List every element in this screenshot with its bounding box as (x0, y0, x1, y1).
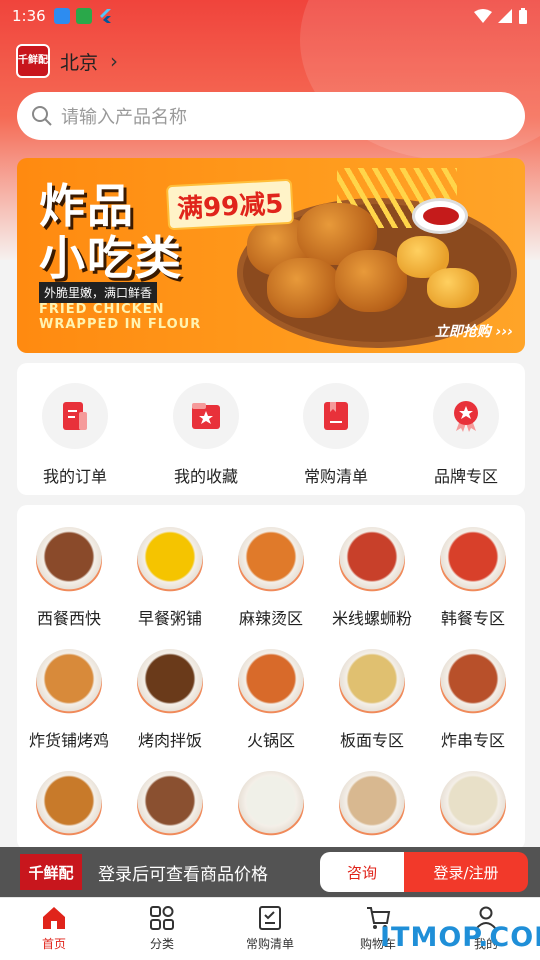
signal-icon (498, 9, 512, 23)
category-food-image (36, 771, 102, 837)
category-food-image (36, 527, 102, 593)
category-item[interactable]: 西餐西快 (19, 527, 119, 629)
tab-label: 常购清单 (245, 937, 294, 951)
banner-title-line2: 小吃类 (39, 231, 183, 285)
banner-title-line1: 炸品 (39, 179, 135, 233)
category-item[interactable]: 韩餐专区 (423, 527, 523, 629)
category-item[interactable]: 板面专区 (322, 649, 422, 751)
category-label: 米线螺蛳粉 (331, 609, 412, 628)
wifi-icon (474, 9, 492, 23)
category-food-image (339, 771, 405, 837)
quick-link-orders[interactable]: 我的订单 (25, 383, 125, 487)
quick-link-label: 品牌专区 (433, 467, 498, 486)
category-label: 炸串专区 (440, 731, 505, 750)
category-food-image (440, 649, 506, 715)
bookmark-icon (303, 383, 369, 449)
category-item[interactable]: 炸货铺烤鸡 (19, 649, 119, 751)
category-item[interactable]: 米线螺蛳粉 (322, 527, 422, 629)
consult-button[interactable]: 咨询 (320, 852, 404, 892)
category-food-image (339, 527, 405, 593)
category-grid: 西餐西快 早餐粥铺 麻辣烫区 米线螺蛳粉 韩餐专区炸货铺烤鸡 烤肉拌饭 火锅区 板面专区 炸串专… (17, 505, 525, 850)
category-food-image (238, 771, 304, 837)
category-food-image (440, 527, 506, 593)
category-label: 炸货铺烤鸡 (28, 731, 109, 750)
category-food-image (339, 649, 405, 715)
brand-logo: 千鲜配 (16, 44, 50, 78)
tab-label: 首页 (41, 937, 66, 951)
category-item[interactable]: 麻辣烫区 (221, 527, 321, 629)
category-item[interactable] (322, 771, 422, 849)
flutter-icon (98, 8, 114, 24)
favorites-icon (173, 383, 239, 449)
fried-chicken-image (267, 258, 341, 318)
tab-home[interactable]: 首页 (14, 904, 94, 952)
search-placeholder: 请输入产品名称 (61, 107, 187, 128)
buy-now-label: 立即抢购 (434, 324, 491, 340)
banner-english-line1: FRIED CHICKEN (39, 302, 165, 317)
home-icon (43, 907, 65, 929)
nugget-image (427, 268, 479, 308)
login-prompt-bar: 千鲜配 登录后可查看商品价格 咨询 登录/注册 (0, 847, 540, 897)
login-register-button[interactable]: 登录/注册 (404, 852, 528, 892)
category-label: 火锅区 (246, 731, 295, 750)
location-selector[interactable]: 千鲜配 北京 › (16, 44, 118, 78)
category-label: 早餐粥铺 (137, 609, 202, 628)
app-notification-icon (75, 8, 92, 24)
category-label: 麻辣烫区 (238, 609, 303, 628)
order-icon (42, 383, 108, 449)
promo-banner[interactable]: 炸品 小吃类 满99减5 外脆里嫩，满口鲜香 FRIED CHICKEN WRA… (17, 158, 525, 353)
quick-link-label: 常购清单 (303, 467, 368, 486)
status-time: 1:36 (12, 7, 46, 25)
category-label: 烤肉拌饭 (137, 731, 202, 750)
category-item[interactable] (120, 771, 220, 849)
banner-title: 炸品 小吃类 (39, 180, 183, 284)
city-name: 北京 (60, 51, 99, 74)
banner-english-line2: WRAPPED IN FLOUR (39, 317, 202, 332)
watermark: ITMOP.COM (380, 922, 540, 953)
coupon-badge: 满99减5 (165, 178, 295, 231)
brand-logo: 千鲜配 (20, 854, 82, 890)
tab-label: 分类 (149, 937, 174, 951)
quick-link-favorites[interactable]: 我的收藏 (156, 383, 256, 487)
category-item[interactable]: 早餐粥铺 (120, 527, 220, 629)
tab-categories[interactable]: 分类 (122, 904, 202, 952)
ketchup-image (412, 198, 468, 234)
category-label: 韩餐专区 (440, 609, 505, 628)
category-food-image (36, 649, 102, 715)
list-icon (259, 906, 281, 930)
category-label: 西餐西快 (36, 609, 101, 628)
tab-frequent-list[interactable]: 常购清单 (230, 904, 310, 952)
category-item[interactable]: 炸串专区 (423, 649, 523, 751)
category-food-image (137, 527, 203, 593)
category-food-image (238, 527, 304, 593)
category-food-image (440, 771, 506, 837)
banner-subtitle: 外脆里嫩，满口鲜香 (39, 282, 158, 303)
category-food-image (238, 649, 304, 715)
brand-badge-icon (433, 383, 499, 449)
status-bar: 1:36 (0, 0, 540, 32)
search-icon (32, 106, 52, 126)
quick-link-frequent-list[interactable]: 常购清单 (286, 383, 386, 487)
download-icon (53, 8, 70, 24)
category-label: 板面专区 (339, 731, 404, 750)
category-item[interactable] (19, 771, 119, 849)
grid-icon (150, 906, 174, 930)
battery-icon (519, 8, 527, 24)
category-item[interactable] (221, 771, 321, 849)
category-item[interactable]: 烤肉拌饭 (120, 649, 220, 751)
quick-link-label: 我的订单 (42, 467, 107, 486)
category-item[interactable]: 火锅区 (221, 649, 321, 751)
chevron-right-icon: › (110, 49, 119, 73)
category-item[interactable] (423, 771, 523, 849)
banner-english: FRIED CHICKEN WRAPPED IN FLOUR (39, 302, 201, 332)
quick-links-panel: 我的订单 我的收藏 常购清单 品牌专区 (17, 363, 525, 495)
category-food-image (137, 649, 203, 715)
quick-link-label: 我的收藏 (173, 467, 238, 486)
buy-now-button[interactable]: 立即抢购 ››› (435, 321, 513, 341)
quick-link-brands[interactable]: 品牌专区 (416, 383, 516, 487)
search-input[interactable]: 请输入产品名称 (17, 92, 525, 140)
login-prompt-text: 登录后可查看商品价格 (98, 864, 268, 885)
category-food-image (137, 771, 203, 837)
